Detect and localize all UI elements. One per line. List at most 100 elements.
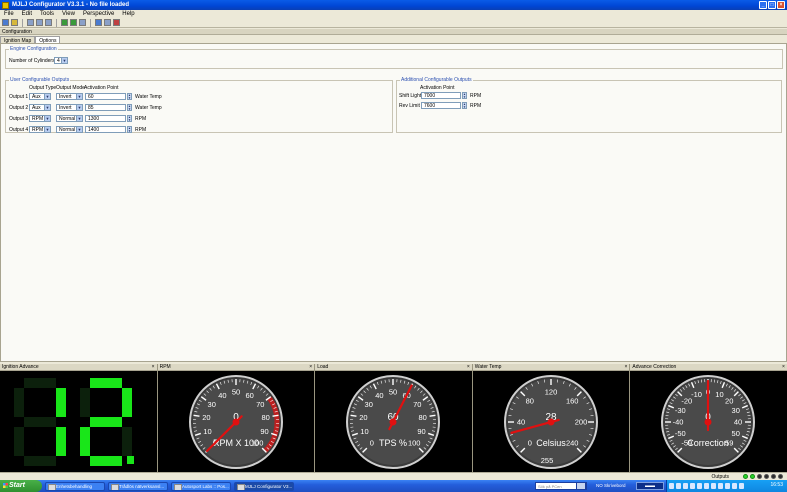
wrench-icon[interactable]: [113, 19, 120, 26]
tick-label: 50: [389, 388, 397, 397]
output-type-select[interactable]: Aux ▼: [29, 104, 51, 111]
gauge-title[interactable]: RPM: [157, 364, 315, 371]
output-mode-select[interactable]: Normal ▼: [56, 115, 83, 122]
language-indicator[interactable]: NO: [596, 483, 603, 488]
gauge-title[interactable]: Ignition Advance: [0, 364, 157, 371]
output-mode-select[interactable]: Invert ▼: [56, 93, 83, 100]
close-button[interactable]: ×: [777, 1, 785, 9]
tick-label: 40: [218, 391, 226, 400]
gauge-title[interactable]: Advance Correction: [630, 364, 787, 371]
usb-icon[interactable]: [711, 483, 716, 489]
cylinders-value: 4: [57, 58, 60, 64]
taskbar-item[interactable]: Autosport Labs :: Pos...: [171, 481, 231, 491]
monitor-icon[interactable]: [104, 19, 111, 26]
menu-file[interactable]: File: [0, 11, 18, 17]
chevron-down-icon[interactable]: ▼: [76, 94, 82, 99]
chevron-down-icon[interactable]: ▼: [76, 127, 82, 132]
security-icon[interactable]: [683, 483, 688, 489]
digit-segment: [14, 427, 24, 456]
gauge-title[interactable]: Water Temp: [472, 364, 630, 371]
wifi-icon[interactable]: [704, 483, 709, 489]
new-file-icon[interactable]: [2, 19, 9, 26]
mini-player[interactable]: ▬▬: [636, 482, 664, 490]
maximize-button[interactable]: □: [768, 1, 776, 9]
additional-activation-input[interactable]: 7000: [421, 92, 461, 99]
save-as-icon[interactable]: [36, 19, 43, 26]
download-icon[interactable]: [61, 19, 68, 26]
chevron-down-icon[interactable]: ▼: [44, 105, 50, 110]
tick-label: 10: [360, 427, 368, 436]
output-mode-value: Normal: [59, 127, 76, 133]
tick-label: 200: [575, 418, 588, 427]
digit-segment: [122, 427, 132, 456]
chevron-down-icon[interactable]: ▼: [61, 58, 67, 63]
chevron-down-icon[interactable]: ▼: [44, 116, 50, 121]
toolbar-separator: [22, 18, 23, 27]
window-title: MJLJ Configurator V3.3.1 - No file loade…: [12, 2, 130, 8]
taskbar-item-active[interactable]: MJLJ Configurator V3...: [234, 481, 294, 491]
chevron-down-icon[interactable]: ▼: [76, 116, 82, 121]
open-folder-icon[interactable]: [11, 19, 18, 26]
stepper-icon[interactable]: ▲ ▼: [462, 102, 467, 109]
save-icon[interactable]: [27, 19, 34, 26]
compare-icon[interactable]: [79, 19, 86, 26]
stepper-icon[interactable]: ▲ ▼: [127, 104, 132, 111]
gauge-title[interactable]: Load: [315, 364, 472, 371]
app-tray-icon[interactable]: [718, 483, 723, 489]
stepper-icon[interactable]: ▲ ▼: [127, 93, 132, 100]
network-icon[interactable]: [669, 483, 674, 489]
chevron-down-icon[interactable]: ▼: [44, 127, 50, 132]
menu-tools[interactable]: Tools: [36, 11, 58, 17]
close-icon[interactable]: ×: [152, 364, 155, 371]
activation-point-input[interactable]: 1400: [85, 126, 126, 133]
output-type-select[interactable]: RPM ▼: [29, 115, 51, 122]
menu-perspective[interactable]: Perspective: [79, 11, 118, 17]
menu-edit[interactable]: Edit: [18, 11, 36, 17]
activation-point-input[interactable]: 85: [85, 104, 126, 111]
stepper-icon[interactable]: ▲ ▼: [462, 92, 467, 99]
save-all-icon[interactable]: [45, 19, 52, 26]
taskbar-item[interactable]: Trådlös nätverksansl...: [108, 481, 168, 491]
minimize-button[interactable]: _: [759, 1, 767, 9]
app-tray-icon[interactable]: [732, 483, 737, 489]
output-type-select[interactable]: RPM ▼: [29, 126, 51, 133]
additional-activation-input[interactable]: 7600: [421, 102, 461, 109]
digit-segment: [80, 427, 90, 456]
activation-point-input[interactable]: 1300: [85, 115, 126, 122]
menu-help[interactable]: Help: [118, 11, 138, 17]
cylinders-select[interactable]: 4 ▼: [54, 57, 68, 64]
clock[interactable]: 16:53: [770, 482, 783, 488]
close-icon[interactable]: ×: [624, 364, 627, 371]
stepper-icon[interactable]: ▲ ▼: [127, 126, 132, 133]
stepper-icon[interactable]: ▲ ▼: [127, 115, 132, 122]
chevron-down-icon[interactable]: ▼: [44, 94, 50, 99]
app-tray-icon[interactable]: [725, 483, 730, 489]
volume-icon[interactable]: [676, 483, 681, 489]
search-icon[interactable]: [576, 482, 586, 490]
taskbar-item[interactable]: Enhetsbehandling: [45, 481, 105, 491]
tick-label: 10: [716, 390, 724, 399]
output-mode-select[interactable]: Invert ▼: [56, 104, 83, 111]
close-icon[interactable]: ×: [782, 364, 785, 371]
chevron-down-icon[interactable]: ▼: [76, 105, 82, 110]
tab-ignition-map[interactable]: Ignition Map: [0, 36, 36, 44]
battery-icon[interactable]: [697, 483, 702, 489]
close-icon[interactable]: ×: [467, 364, 470, 371]
digit-segment: [24, 378, 56, 388]
output-type-select[interactable]: Aux ▼: [29, 93, 51, 100]
output-mode-select[interactable]: Normal ▼: [56, 126, 83, 133]
activation-point-input[interactable]: 60: [85, 93, 126, 100]
output-mode-header: Output Mode: [56, 85, 85, 91]
tick-label: -50: [675, 429, 686, 438]
load-dial: 010203040506070809010060TPS %: [346, 375, 441, 469]
connect-icon[interactable]: [95, 19, 102, 26]
upload-icon[interactable]: [70, 19, 77, 26]
title-bar[interactable]: MJLJ Configurator V3.3.1 - No file loade…: [0, 0, 787, 10]
close-icon[interactable]: ×: [309, 364, 312, 371]
digit-segment: [24, 456, 56, 466]
app-tray-icon[interactable]: [739, 483, 744, 489]
update-icon[interactable]: [690, 483, 695, 489]
start-button[interactable]: Start: [0, 480, 42, 492]
menu-view[interactable]: View: [58, 11, 79, 17]
desktop-toolbar-label[interactable]: Skrivebord: [604, 483, 626, 488]
